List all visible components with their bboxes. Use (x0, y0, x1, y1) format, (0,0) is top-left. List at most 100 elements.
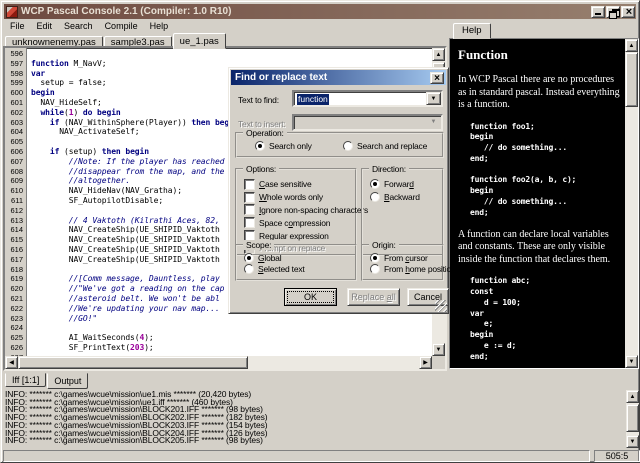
help-vertical-scrollbar[interactable]: ▲ ▼ (625, 39, 638, 368)
line-number: 620 (5, 284, 26, 294)
radio-icon (370, 192, 380, 202)
global-radio[interactable]: Global (244, 252, 355, 264)
line-number: 613 (5, 216, 26, 226)
app-window: WCP Pascal Console 2.1 (Compiler: 1.0 R1… (0, 0, 640, 463)
from-home-position-radio[interactable]: From home position (370, 264, 442, 276)
line-number: 611 (5, 196, 26, 206)
line-number: 624 (5, 323, 26, 333)
line-number: 605 (5, 137, 26, 147)
code-line-624 (31, 323, 432, 333)
tab-output[interactable]: Output (47, 373, 88, 389)
help-paragraph: In WCP Pascal there are no procedures as… (458, 74, 620, 112)
code-line-623: //GO!" (31, 314, 432, 324)
scroll-down-icon[interactable]: ▼ (432, 343, 445, 356)
checkbox-icon (244, 179, 255, 190)
insert-input[interactable]: ▼ (292, 114, 443, 131)
line-number: 614 (5, 225, 26, 235)
dialog-close-icon: × (434, 73, 440, 84)
dialog-close-button[interactable]: × (430, 72, 444, 84)
status-bar: 505:5 (3, 450, 637, 462)
checkbox-icon (244, 217, 255, 228)
cursor-position: 505:5 (594, 450, 640, 462)
find-input[interactable]: function ▼ (292, 90, 443, 107)
app-icon (6, 6, 18, 18)
ignore-non-spacing-characters-checkbox[interactable]: Ignore non-spacing characters (244, 204, 355, 217)
line-number: 596 (5, 49, 26, 59)
checkbox-icon (244, 192, 255, 203)
line-number: 599 (5, 78, 26, 88)
scroll-left-icon[interactable]: ◀ (5, 356, 18, 369)
title-bar: WCP Pascal Console 2.1 (Compiler: 1.0 R1… (4, 4, 636, 19)
scroll-right-icon[interactable]: ▶ (419, 356, 432, 369)
backward-radio[interactable]: Backward (370, 191, 442, 204)
help-code-block: function foo1; begin // do something... … (470, 122, 620, 219)
code-line-626: SF_PrintText(203); (31, 343, 432, 353)
minimize-button[interactable] (591, 6, 605, 18)
scrollbar-corner (432, 356, 445, 369)
from-cursor-radio[interactable]: From cursor (370, 252, 442, 264)
replace-all-button[interactable]: Replace all (347, 288, 400, 306)
scroll-up-icon[interactable]: ▲ (432, 48, 445, 61)
line-number: 601 (5, 98, 26, 108)
search-and-replace-radio[interactable]: Search and replace (343, 140, 427, 153)
tab-ue-1-pas[interactable]: ue_1.pas (173, 33, 226, 49)
line-number: 609 (5, 176, 26, 186)
help-content: Function In WCP Pascal there are no proce… (450, 39, 625, 368)
tab-iff-1-1[interactable]: Iff [1:1] (5, 373, 46, 387)
line-number: 606 (5, 147, 26, 157)
case-sensitive-checkbox[interactable]: Case sensitive (244, 178, 355, 191)
ok-button[interactable]: OK (284, 288, 337, 306)
find-replace-dialog: Find or replace text × Text to find: fun… (228, 67, 449, 314)
line-number: 621 (5, 294, 26, 304)
scope-group: Scope: GlobalSelected text (235, 244, 357, 281)
line-number: 604 (5, 127, 26, 137)
line-number: 626 (5, 343, 26, 353)
line-number: 616 (5, 245, 26, 255)
window-title: WCP Pascal Console 2.1 (Compiler: 1.0 R1… (21, 4, 591, 19)
help-heading: Function (458, 47, 620, 63)
scroll-down-icon[interactable]: ▼ (625, 355, 638, 368)
resize-grip-icon[interactable] (435, 300, 447, 312)
code-line-625: AI_WaitSeconds(4); (31, 333, 432, 343)
dialog-buttons: OKReplace allCancel (229, 288, 448, 306)
line-number: 617 (5, 255, 26, 265)
scroll-up-icon[interactable]: ▲ (626, 390, 639, 403)
help-pane: Function In WCP Pascal there are no proce… (449, 38, 639, 369)
line-number: 619 (5, 274, 26, 284)
line-number: 615 (5, 235, 26, 245)
whole-words-only-checkbox[interactable]: Whole words only (244, 191, 355, 204)
output-line: INFO: ******* c:\games\wcue\mission\BLOC… (5, 437, 625, 445)
chevron-down-icon: ▼ (431, 119, 437, 125)
scroll-down-icon[interactable]: ▼ (626, 435, 639, 448)
find-label: Text to find: (238, 95, 279, 105)
line-number: 622 (5, 304, 26, 314)
output-vscroll-thumb[interactable] (626, 404, 639, 432)
line-number: 602 (5, 108, 26, 118)
line-number: 603 (5, 118, 26, 128)
tab-help[interactable]: Help (453, 23, 491, 39)
help-vscroll-thumb[interactable] (625, 52, 638, 107)
line-number: 610 (5, 186, 26, 196)
selected-text-radio[interactable]: Selected text (244, 264, 355, 276)
dialog-title: Find or replace text (235, 72, 327, 83)
search-only-radio[interactable]: Search only (255, 140, 343, 153)
space-compression-checkbox[interactable]: Space compression (244, 216, 355, 229)
forward-radio[interactable]: Forward (370, 178, 442, 191)
editor-hscroll-thumb[interactable] (18, 356, 248, 369)
help-code-block: function abc; const d = 100; var e; begi… (470, 276, 620, 362)
radio-icon (244, 264, 254, 274)
find-dropdown-button[interactable]: ▼ (426, 92, 441, 105)
close-button[interactable] (621, 6, 635, 18)
checkbox-icon (244, 204, 255, 215)
restore-button[interactable] (606, 6, 620, 18)
line-number: 625 (5, 333, 26, 343)
origin-group: Origin: From cursorFrom home position (361, 244, 444, 281)
dialog-title-bar[interactable]: Find or replace text (231, 70, 446, 85)
insert-dropdown-button[interactable]: ▼ (426, 116, 441, 129)
scroll-up-icon[interactable]: ▲ (625, 39, 638, 52)
radio-icon (244, 253, 254, 263)
radio-icon (370, 264, 380, 274)
output-vertical-scrollbar[interactable]: ▲ ▼ (626, 390, 639, 448)
editor-horizontal-scrollbar[interactable]: ◀ ▶ (5, 356, 432, 369)
line-number: 612 (5, 206, 26, 216)
